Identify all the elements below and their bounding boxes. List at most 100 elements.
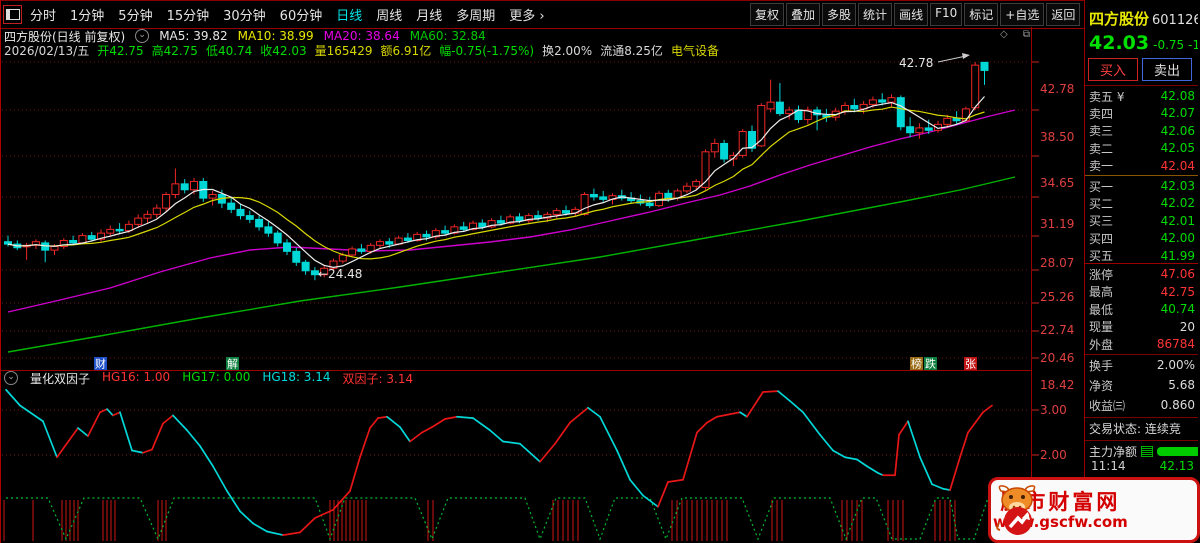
event-marker-榜[interactable]: 榜 [910,357,923,371]
period-tab-周线[interactable]: 周线 [376,5,402,24]
buy-button[interactable]: 买入 [1088,58,1138,81]
svg-text:张: 张 [965,358,976,371]
candlestick-chart: 42.78 ←24.48 财 解 榜跌 张 [2,53,1039,371]
bull-icon [996,485,1036,535]
price-axis-label: 28.07 [1040,256,1075,270]
event-marker-张[interactable]: 张 [964,357,977,370]
indicator-legend-item: HG18: 3.14 [262,369,331,384]
main-flow-row: 主力净额 [1089,443,1198,460]
toolbar-button-标记[interactable]: 标记 [964,3,999,26]
quote-row-买二: 买二 42.02 [1089,196,1195,211]
quote-panel: 四方股份601126 42.03-0.75-1.7 买入 卖出 卖五 ¥42.0… [1085,0,1198,543]
quote-title: 四方股份 601126 [1089,8,1198,29]
period-tab-月线[interactable]: 月线 [416,5,442,24]
indicator-legend-item: 双因子: 3.14 [342,371,414,386]
sell-button[interactable]: 卖出 [1142,58,1192,81]
svg-text:财: 财 [95,357,106,371]
last-price: 42.03 [1089,32,1150,54]
indicator-chart [2,388,1039,541]
quote-row-买四: 买四 42.00 [1089,231,1195,246]
period-tab-分时[interactable]: 分时 [30,5,56,24]
price-axis-label: 31.19 [1040,217,1075,231]
divider [1085,175,1198,176]
quote-row-卖三: 卖三 42.06 [1089,123,1195,139]
quote-row-卖二: 卖二 42.05 [1089,141,1195,156]
chevron-down-icon[interactable]: ⌄ [4,371,18,385]
period-tab-更多 ›[interactable]: 更多 › [509,5,544,24]
period-tabs: 分时 1分钟 5分钟 15分钟 30分钟 60分钟 日线 周线 月线 多周期 更多 › [30,5,559,24]
candlestick-series [4,61,989,281]
svg-text:跌: 跌 [925,357,936,371]
indicator-legend: HG16: 1.00 HG17: 0.00 HG18: 3.14 双因子: 3.14 [102,370,413,387]
divider [1085,354,1198,355]
indicator-axis-label: 3.00 [1040,403,1067,417]
trade-status: 交易状态: 连续竞 [1089,422,1181,436]
quote-row-买五: 买五 41.99 [1089,248,1195,264]
toolbar-button-F10[interactable]: F10 [930,3,963,26]
indicator-legend-item: HG17: 0.00 [182,369,251,384]
quote-price-row: 42.03-0.75-1.7 [1089,32,1198,54]
price-axis-label: 25.26 [1040,290,1075,304]
quote-row-净资: 净资 5.68 [1089,378,1195,393]
price-change: -0.75 [1153,38,1185,52]
toolbar-button-画线[interactable]: 画线 [894,3,929,26]
price-axis-label: 22.74 [1040,323,1075,337]
divider [1085,417,1198,418]
svg-text:42.78: 42.78 [899,56,933,70]
trading-terminal: { "toolbar": { "periods": ["分时","1分钟","5… [0,0,1200,543]
divider [1085,85,1198,86]
quote-row-换手: 换手 2.00% [1089,358,1195,373]
period-tab-日线[interactable]: 日线 [336,5,362,24]
quote-row-卖四: 卖四 42.07 [1089,106,1195,121]
divider [1085,440,1198,441]
quote-row-最低: 最低 40.74 [1089,302,1195,317]
toolbar-button-返回[interactable]: 返回 [1046,3,1081,26]
quote-row-涨停: 涨停 47.06 [1089,267,1195,282]
period-tab-60分钟[interactable]: 60分钟 [280,5,323,24]
quote-row-外盘: 外盘 86784 [1089,337,1195,352]
quote-row-收益㈢: 收益㈢ 0.860 [1089,398,1195,413]
toolbar-button-+自选[interactable]: +自选 [1000,3,1045,26]
indicator-separator [0,370,1031,371]
tick-row: 11:14 42.13 [1091,459,1194,473]
event-marker-解[interactable]: 解 [226,357,239,371]
toolbar-button-复权[interactable]: 复权 [750,3,785,26]
quote-row-卖五 ¥: 卖五 ¥42.08 [1089,89,1195,104]
toolbar-button-统计[interactable]: 统计 [858,3,893,26]
event-marker-跌[interactable]: 跌 [924,357,937,371]
quote-row-现量: 现量 20 [1089,319,1195,335]
list-icon[interactable] [1141,446,1154,457]
quote-row-最高: 最高 42.75 [1089,284,1195,300]
toolbar-buttons: 复权 叠加 多股 统计 画线 F10 标记 +自选 返回 [750,3,1081,26]
site-logo: 股市财富网 www.gscfw.com [988,477,1200,543]
price-axis-label: 38.50 [1040,130,1075,144]
indicator-header: ⌄ 量化双因子 HG16: 1.00 HG17: 0.00 HG18: 3.14 双因… [4,370,413,387]
toolbar-button-多股[interactable]: 多股 [822,3,857,26]
price-axis-label: 34.65 [1040,176,1075,190]
price-axis-label: 42.78 [1040,82,1075,96]
main-flow-bar [1157,447,1198,456]
layout-icon[interactable] [3,5,22,24]
period-tab-5分钟[interactable]: 5分钟 [118,5,152,24]
event-marker-财[interactable]: 财 [94,357,107,371]
toolbar-button-叠加[interactable]: 叠加 [786,3,821,26]
period-tab-15分钟[interactable]: 15分钟 [167,5,210,24]
svg-text:←24.48: ←24.48 [318,267,362,281]
main-flow-label: 主力净额 [1089,445,1138,459]
indicator-legend-item: HG16: 1.00 [102,369,171,384]
top-toolbar: 分时 1分钟 5分钟 15分钟 30分钟 60分钟 日线 周线 月线 多周期 更多 › 复权 叠加 多股… [0,0,1084,29]
price-axis-label: 20.46 [1040,351,1075,365]
quote-row-买一: 买一 42.03 [1089,179,1195,194]
period-tab-1分钟[interactable]: 1分钟 [70,5,104,24]
quote-row-卖一: 卖一 42.04 [1089,158,1195,174]
left-border [0,0,1,543]
axis-divider [1031,27,1032,543]
period-tab-30分钟[interactable]: 30分钟 [223,5,266,24]
price-change-pct: -1.7 [1188,38,1198,52]
quote-row-买三: 买三 42.01 [1089,213,1195,229]
divider [1085,263,1198,264]
svg-text:解: 解 [227,357,238,371]
stock-code: 601126 [1152,13,1198,28]
stock-name: 四方股份 [1089,10,1150,28]
period-tab-多周期[interactable]: 多周期 [456,5,495,24]
